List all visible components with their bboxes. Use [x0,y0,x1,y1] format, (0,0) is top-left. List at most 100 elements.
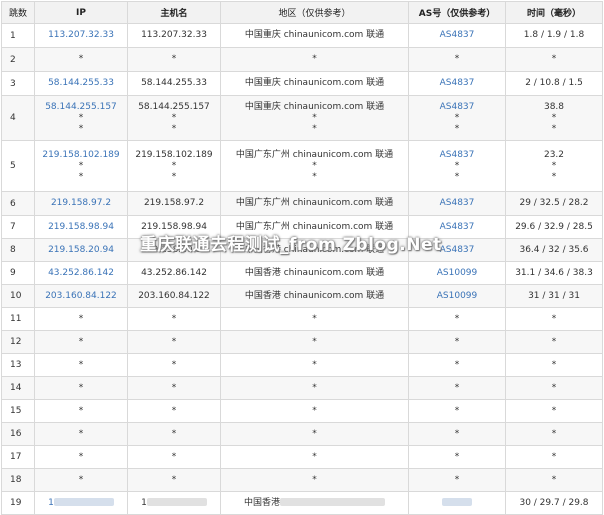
hop-number: 17 [1,445,35,469]
cell-line: 中国重庆 chinaunicom.com 联通 [244,30,385,40]
cell-line: * [312,382,317,393]
cell-as[interactable]: AS4837 [408,191,506,216]
cell-line: * [454,474,460,485]
cell-ip[interactable]: 43.252.86.142 [34,261,128,285]
cell-region: * [220,376,409,400]
cell-host: * [127,422,221,446]
hop-number: 12 [1,330,35,354]
cell-ip[interactable]: * [34,422,128,446]
cell-ip[interactable]: * [34,468,128,492]
hop-number: 11 [1,307,35,331]
cell-line: AS10099 [436,290,478,301]
cell-line: * [171,160,177,171]
cell-line: * [78,112,84,123]
cell-ip[interactable]: 203.160.84.122 [34,284,128,308]
cell-ip[interactable]: 219.158.102.189 * * [34,140,128,192]
cell-time: * [505,422,603,446]
cell-line: * [454,313,460,324]
table-row: 4 58.144.255.157 * * 58.144.255.157 * * 中国重庆 ch… [1,95,603,141]
cell-time: * [505,399,603,423]
cell-line: * [78,474,84,485]
cell-ip[interactable]: * [34,399,128,423]
cell-line: 中国广东广州 chinaunicom.com 联通 [235,221,394,232]
cell-line: * [454,451,460,462]
cell-as[interactable]: AS10099 [408,261,506,285]
table-row: 17 * * * * * [1,445,603,469]
cell-host: * [127,399,221,423]
cell-as[interactable]: AS4837 * * [408,140,506,192]
cell-as[interactable]: * [408,376,506,400]
cell-line: AS4837 [439,101,475,112]
cell-ip[interactable]: * [34,445,128,469]
cell-as[interactable]: * [408,399,506,423]
cell-as[interactable]: * [408,422,506,446]
cell-line: * [312,112,317,123]
cell-time: * [505,47,603,72]
cell-ip[interactable]: 219.158.20.94 [34,238,128,262]
cell-as[interactable]: * [408,330,506,354]
cell-line: * [454,54,460,64]
cell-line: 58.144.255.33 [48,78,114,88]
cell-as[interactable]: AS4837 [408,215,506,239]
hop-number: 7 [1,215,35,239]
cell-line: * [454,336,460,347]
cell-as[interactable]: AS4837 * * [408,95,506,141]
cell-ip[interactable]: 58.144.255.157 * * [34,95,128,141]
table-row: 7 219.158.98.94 219.158.98.94 中国广东广州 chinau… [1,215,603,239]
cell-ip[interactable]: 219.158.97.2 [34,191,128,216]
cell-as[interactable]: * [408,468,506,492]
cell-time: 38.8 * * [505,95,603,141]
cell-line: * [312,336,317,347]
cell-ip[interactable]: 113.207.32.33 [34,23,128,48]
hop-number: 4 [1,95,35,141]
cell-line: 219.158.102.189 [135,149,213,160]
cell-line: * [78,428,84,439]
table-row: 1 113.207.32.33 113.207.32.33 中国重庆 chinauni… [1,23,603,48]
cell-line: 36.4 / 32 / 35.6 [519,244,589,255]
cell-line: 中国重庆 chinaunicom.com 联通 [244,101,385,112]
cell-ip[interactable]: 1 [34,491,128,515]
cell-region: * [220,330,409,354]
hop-number: 3 [1,71,35,96]
cell-ip[interactable]: 58.144.255.33 [34,71,128,96]
cell-line: * [78,123,84,134]
cell-as[interactable]: * [408,353,506,377]
cell-region: 中国香港 chinaunicom.com 联通 [220,261,409,285]
cell-line: 58.144.255.157 [45,101,117,112]
cell-line: * [78,359,84,370]
cell-line: * [78,405,84,416]
cell-line: 219.158.98.94 [48,221,114,232]
cell-time: * [505,445,603,469]
cell-line: 203.160.84.122 [45,290,117,301]
cell-ip[interactable]: * [34,47,128,72]
cell-region: * [220,399,409,423]
table-row: 16 * * * * * [1,422,603,446]
cell-as[interactable]: AS4837 [408,71,506,96]
cell-line: * [171,451,177,462]
cell-as[interactable]: AS4837 [408,23,506,48]
cell-line: AS4837 [439,198,475,208]
cell-line: * [551,112,557,123]
cell-ip[interactable]: * [34,376,128,400]
cell-ip[interactable]: * [34,307,128,331]
cell-as[interactable] [408,491,506,515]
cell-ip[interactable]: * [34,353,128,377]
cell-line: * [171,123,177,134]
cell-as[interactable]: * [408,47,506,72]
cell-time: 31 / 31 / 31 [505,284,603,308]
cell-host: 113.207.32.33 [127,23,221,48]
cell-as[interactable]: AS4837 [408,238,506,262]
cell-line: 58.144.255.157 [138,101,210,112]
cell-line: 219.158.97.2 [143,198,205,208]
cell-as[interactable]: * [408,445,506,469]
cell-line: * [551,336,557,347]
cell-ip[interactable]: * [34,330,128,354]
cell-as[interactable]: AS10099 [408,284,506,308]
hop-number: 5 [1,140,35,192]
cell-line: * [312,171,317,182]
cell-as[interactable]: * [408,307,506,331]
cell-ip[interactable]: 219.158.98.94 [34,215,128,239]
cell-line: 中国香港 chinaunicom.com 联通 [244,244,385,255]
cell-region: * [220,307,409,331]
table-row: 15 * * * * * [1,399,603,423]
